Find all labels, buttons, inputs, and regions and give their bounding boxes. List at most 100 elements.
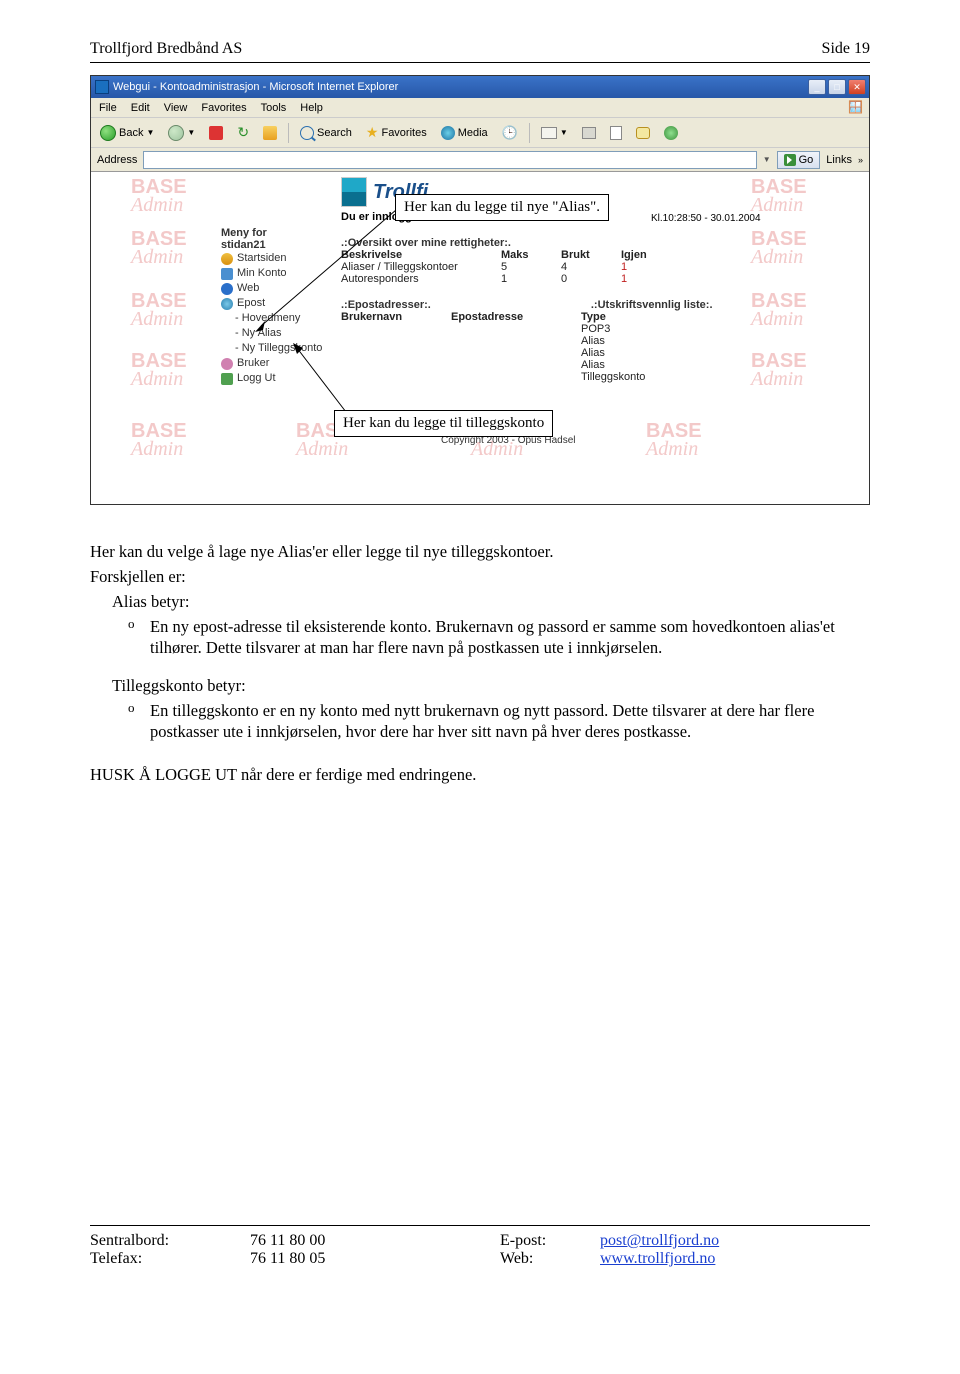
alias-bullet-text: En ny epost-adresse til eksisterende kon… (150, 616, 870, 658)
col-maks: Maks (501, 249, 561, 261)
history-icon: 🕒 (502, 125, 518, 141)
discuss-button[interactable] (633, 125, 653, 141)
doc-page-num: Side 19 (822, 40, 870, 58)
rights-header: .:Oversikt over mine rettigheter:. (341, 237, 771, 249)
watermark: BASEAdmin (131, 230, 187, 266)
footer-sentralbord-value: 76 11 80 00 (250, 1232, 500, 1250)
callout-alias: Her kan du legge til nye "Alias". (395, 194, 609, 221)
tillegg-betyr-label: Tilleggskonto betyr: (112, 675, 870, 696)
watermark: BASEAdmin (131, 292, 187, 328)
table-row: Alias (341, 359, 771, 371)
watermark: BASEAdmin (646, 422, 702, 458)
annotation-line-2 (291, 342, 351, 417)
husk-text: HUSK Å LOGGE UT når dere er ferdige med … (90, 764, 870, 785)
table-row: Autoresponders 1 0 1 (341, 273, 771, 285)
mail-button[interactable]: ▼ (538, 125, 571, 141)
print-button[interactable] (579, 125, 599, 141)
menu-view[interactable]: View (164, 102, 188, 114)
menu-favorites[interactable]: Favorites (201, 102, 246, 114)
user-icon (221, 358, 233, 370)
watermark: BASEAdmin (131, 422, 187, 458)
history-button[interactable]: 🕒 (499, 123, 521, 143)
col-brukt: Brukt (561, 249, 621, 261)
alias-betyr-label: Alias betyr: (112, 591, 870, 612)
close-button[interactable]: ✕ (848, 79, 866, 95)
bullet-mark: o (128, 616, 140, 658)
links-label[interactable]: Links (826, 154, 852, 166)
search-label: Search (317, 127, 352, 139)
home-icon (263, 126, 277, 140)
question-icon (221, 253, 233, 265)
col-epostadresse: Epostadresse (451, 311, 581, 323)
footer-telefax-label: Telefax: (90, 1250, 250, 1268)
callout-tilleggskonto: Her kan du legge til tilleggskonto (334, 410, 553, 437)
intro-text: Her kan du velge å lage nye Alias'er ell… (90, 541, 870, 562)
go-label: Go (799, 154, 814, 166)
footer-telefax-value: 76 11 80 05 (250, 1250, 500, 1268)
stop-button[interactable] (206, 124, 226, 142)
maximize-button[interactable]: □ (828, 79, 846, 95)
ie-app-icon (95, 80, 109, 94)
media-label: Media (458, 127, 488, 139)
home-button[interactable] (260, 124, 280, 142)
stop-icon (209, 126, 223, 140)
mail-icon (541, 127, 557, 139)
forward-arrow-icon (168, 125, 184, 141)
print-icon (582, 127, 596, 139)
address-input[interactable] (143, 151, 756, 169)
folder-icon (221, 268, 233, 280)
col-type: Type (581, 311, 661, 323)
browser-screenshot: Webgui - Kontoadministrasjon - Microsoft… (90, 75, 870, 505)
timestamp: Kl.10:28:50 - 30.01.2004 (651, 213, 761, 224)
annotation-line-1 (251, 208, 401, 333)
messenger-icon (664, 126, 678, 140)
menu-help[interactable]: Help (300, 102, 323, 114)
menu-tools[interactable]: Tools (261, 102, 287, 114)
refresh-icon: ↻ (237, 124, 249, 141)
refresh-button[interactable]: ↻ (234, 122, 252, 143)
media-button[interactable]: Media (438, 124, 491, 142)
back-label: Back (119, 127, 143, 139)
table-row: Alias (341, 335, 771, 347)
edit-doc-button[interactable] (607, 124, 625, 142)
menu-file[interactable]: File (99, 102, 117, 114)
discuss-icon (636, 127, 650, 139)
trollfjord-logo-icon (341, 177, 367, 207)
favorites-button[interactable]: ★ Favorites (363, 122, 430, 143)
footer-web-link[interactable]: www.trollfjord.no (600, 1250, 715, 1268)
windows-flag-icon: 🪟 (848, 100, 863, 114)
col-igjen: Igjen (621, 249, 681, 261)
globe-mail-icon (221, 298, 233, 310)
watermark: BASEAdmin (131, 352, 187, 388)
forward-button[interactable]: ▼ (165, 123, 198, 143)
table-row: Aliaser / Tilleggskontoer 5 4 1 (341, 261, 771, 273)
watermark: BASEAdmin (131, 178, 187, 214)
bullet-mark: o (128, 700, 140, 742)
star-icon: ★ (366, 124, 379, 141)
ie-window-title: Webgui - Kontoadministrasjon - Microsoft… (113, 81, 398, 93)
footer-web-label: Web: (500, 1250, 600, 1268)
search-icon (300, 126, 314, 140)
exit-icon (221, 373, 233, 385)
footer-sentralbord-label: Sentralbord: (90, 1232, 250, 1250)
back-arrow-icon (100, 125, 116, 141)
footer-epost-link[interactable]: post@trollfjord.no (600, 1232, 719, 1250)
menu-edit[interactable]: Edit (131, 102, 150, 114)
footer-epost-label: E-post: (500, 1232, 600, 1250)
messenger-button[interactable] (661, 124, 681, 142)
search-button[interactable]: Search (297, 124, 355, 142)
edit-icon (610, 126, 622, 140)
favorites-label: Favorites (381, 127, 426, 139)
ie-titlebar: Webgui - Kontoadministrasjon - Microsoft… (91, 76, 869, 98)
tillegg-bullet-text: En tilleggskonto er en ny konto med nytt… (150, 700, 870, 742)
utskrift-header[interactable]: .:Utskriftsvennlig liste:. (591, 299, 713, 311)
ie-addressbar: Address ▼ Go Links » (91, 148, 869, 172)
back-button[interactable]: Back ▼ (97, 123, 157, 143)
forskjellen-label: Forskjellen er: (90, 566, 870, 587)
footer-rule (90, 1225, 870, 1226)
ie-menubar: File Edit View Favorites Tools Help 🪟 (91, 98, 869, 118)
minimize-button[interactable]: _ (808, 79, 826, 95)
doc-company: Trollfjord Bredbånd AS (90, 40, 242, 58)
go-button[interactable]: Go (777, 151, 821, 169)
address-label: Address (97, 154, 137, 166)
